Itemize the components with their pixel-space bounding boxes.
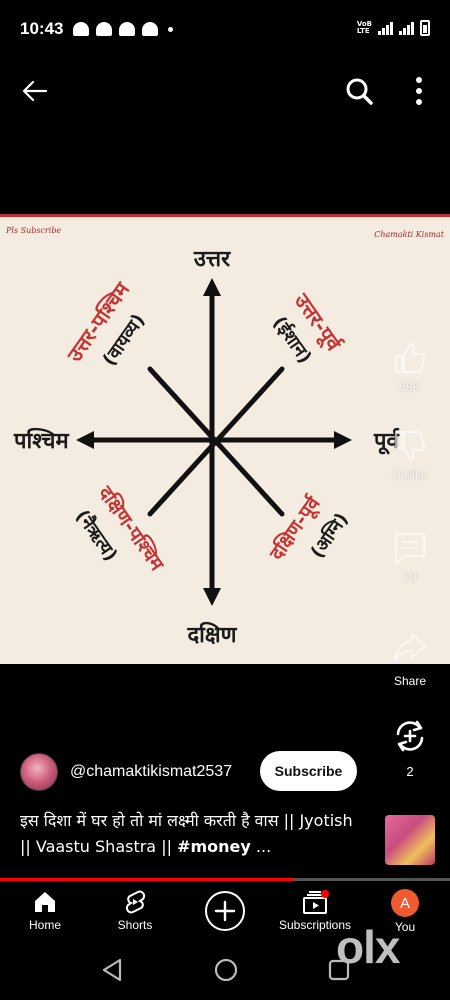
recents-square-icon[interactable] [326, 957, 352, 983]
like-count: 39K [399, 380, 421, 394]
like-button[interactable]: 39K [380, 340, 440, 394]
label-north: उत्तर [193, 247, 231, 272]
arrow-left-icon [22, 80, 48, 102]
notification-icons [73, 22, 173, 36]
nav-shorts-label: Shorts [117, 918, 153, 932]
dislike-label: Dislike [392, 468, 428, 482]
share-label: Share [393, 674, 427, 688]
status-time: 10:43 [20, 19, 64, 38]
back-triangle-icon[interactable] [100, 957, 124, 983]
snapchat-icon [142, 22, 158, 36]
battery-icon [420, 20, 430, 36]
thumbs-down-icon [394, 430, 426, 462]
comment-count: 79 [403, 570, 417, 584]
arrow-west [76, 431, 94, 449]
more-options-button[interactable] [406, 74, 432, 108]
remix-count: 2 [406, 764, 414, 779]
snapchat-icon [119, 22, 135, 36]
title-ellipsis: ... [250, 837, 272, 856]
hashtag-link[interactable]: #money [177, 837, 251, 856]
remix-icon [396, 720, 424, 752]
channel-avatar[interactable] [20, 753, 58, 791]
top-bar [0, 60, 450, 120]
dislike-button[interactable]: Dislike [380, 428, 440, 482]
nav-home-label: Home [28, 918, 61, 932]
comment-icon [394, 532, 426, 565]
shorts-icon [125, 890, 146, 914]
nav-shorts[interactable]: Shorts [90, 881, 180, 943]
remix-button[interactable]: 2 [390, 718, 430, 779]
system-nav-bar [0, 943, 450, 1000]
subscriptions-icon [303, 890, 329, 914]
home-icon [35, 892, 55, 912]
label-south: दक्षिण [186, 621, 237, 648]
channel-handle[interactable]: @chamaktikismat2537 [70, 763, 232, 781]
video-title[interactable]: इस दिशा में घर हो तो मां लक्ष्मी करती है… [20, 808, 365, 860]
back-button[interactable] [18, 74, 52, 108]
search-icon [346, 78, 373, 105]
share-button[interactable]: Share [380, 628, 440, 688]
thumbs-up-icon [394, 342, 426, 374]
system-status-icons: VoB LTE [357, 20, 430, 36]
snapchat-icon [73, 22, 89, 36]
plus-icon [214, 900, 236, 922]
subscribe-button[interactable]: Subscribe [260, 751, 357, 791]
signal-icon [399, 21, 414, 35]
product-thumbnail[interactable] [385, 815, 435, 865]
nav-create[interactable] [180, 881, 270, 943]
label-west: पश्चिम [13, 427, 70, 454]
snapchat-icon [96, 22, 112, 36]
search-button[interactable] [342, 74, 376, 108]
more-vert-icon [416, 77, 422, 105]
network-label: VoB LTE [356, 20, 372, 35]
signal-icon [378, 21, 393, 35]
arrow-east [334, 431, 352, 449]
create-button[interactable] [205, 891, 245, 931]
more-notifications-dot [168, 26, 173, 32]
comments-button[interactable]: 79 [380, 530, 440, 584]
arrow-north [203, 278, 221, 296]
user-avatar: A [391, 889, 419, 917]
status-bar: 10:43 VoB LTE [0, 0, 450, 60]
share-icon [393, 632, 427, 662]
nav-home[interactable]: Home [0, 881, 90, 943]
home-circle-icon[interactable] [213, 957, 239, 983]
arrow-south [203, 588, 221, 606]
